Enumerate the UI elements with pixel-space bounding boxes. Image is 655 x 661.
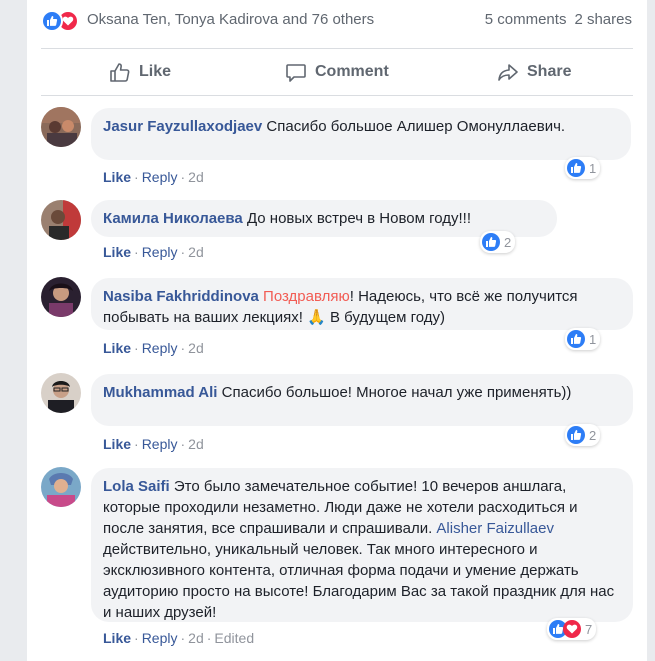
comment-like-link[interactable]: Like: [103, 169, 131, 185]
shares-count[interactable]: 2 shares: [574, 11, 632, 28]
comment-reaction-count[interactable]: 7: [547, 618, 597, 640]
comment-time[interactable]: 2d: [188, 436, 204, 452]
engagement-counts: 5 comments 2 shares: [485, 11, 632, 28]
reaction-count: 1: [589, 331, 597, 347]
comment-reply-link[interactable]: Reply: [142, 169, 178, 185]
comment-bubble: Nasiba Fakhriddinova Поздравляю! Надеюсь…: [91, 278, 633, 330]
comment-text: Спасибо большое! Многое начал уже примен…: [221, 384, 572, 401]
avatar[interactable]: [41, 373, 81, 413]
comment-author[interactable]: Nasiba Fakhriddinova: [103, 288, 259, 305]
thumbs-up-icon: [110, 63, 130, 82]
post-card: Oksana Ten, Tonya Kadirova and 76 others…: [27, 0, 647, 661]
reaction-count: 1: [589, 160, 597, 176]
avatar[interactable]: [41, 107, 81, 147]
like-reaction-icon: [41, 10, 63, 32]
avatar[interactable]: [41, 277, 81, 317]
comment-bubble: Jasur Fayzullaxodjaev Спасибо большое Ал…: [91, 108, 631, 160]
share-arrow-icon: [498, 64, 518, 81]
comment-like-link[interactable]: Like: [103, 244, 131, 260]
comment-author[interactable]: Mukhammad Ali: [103, 384, 217, 401]
comment-reaction-count[interactable]: 1: [565, 328, 601, 350]
comment-reaction-count[interactable]: 2: [480, 231, 516, 253]
comment-text: Спасибо большое Алишер Омонуллаевич.: [266, 118, 566, 135]
comment-bubble: Mukhammad Ali Спасибо большое! Многое на…: [91, 374, 633, 426]
like-label: Like: [139, 63, 172, 80]
reaction-count: 2: [589, 427, 597, 443]
comment-text: До новых встреч в Новом году!!!: [246, 210, 472, 227]
comment-author[interactable]: Камила Николаева: [103, 210, 243, 227]
speech-bubble-icon: [286, 64, 306, 82]
comment-highlight: Поздравляю: [263, 288, 350, 305]
comment-reply-link[interactable]: Reply: [142, 436, 178, 452]
comment-meta: Like · Reply · 2d: [103, 169, 204, 185]
avatar[interactable]: [41, 467, 81, 507]
like-reaction-icon: [567, 426, 585, 444]
comment-reply-link[interactable]: Reply: [142, 630, 178, 646]
like-reaction-icon: [482, 233, 500, 251]
reaction-count: 7: [585, 621, 593, 637]
comment-like-link[interactable]: Like: [103, 436, 131, 452]
reaction-count: 2: [504, 234, 512, 250]
like-button[interactable]: Like: [109, 49, 171, 95]
comment-time[interactable]: 2d: [188, 169, 204, 185]
share-label: Share: [527, 63, 572, 80]
reactions-summary: Oksana Ten, Tonya Kadirova and 76 others…: [27, 0, 647, 40]
reactor-names[interactable]: Oksana Ten, Tonya Kadirova and 76 others: [87, 11, 374, 28]
avatar[interactable]: [41, 200, 81, 240]
comment-mention-link[interactable]: Alisher Faizullaev: [436, 520, 554, 537]
comment-button[interactable]: Comment: [285, 49, 655, 95]
comment-time[interactable]: 2d: [188, 340, 204, 356]
comment-meta: Like · Reply · 2d: [103, 340, 204, 356]
comment-author[interactable]: Lola Saifi: [103, 478, 170, 495]
comment-like-link[interactable]: Like: [103, 340, 131, 356]
comment-meta: Like · Reply · 2d · Edited: [103, 630, 255, 646]
edited-label[interactable]: Edited: [214, 630, 254, 646]
comment-reply-link[interactable]: Reply: [142, 244, 178, 260]
comment-time[interactable]: 2d: [188, 244, 204, 260]
like-reaction-icon: [567, 330, 585, 348]
comment-meta: Like · Reply · 2d: [103, 244, 204, 260]
comment-like-link[interactable]: Like: [103, 630, 131, 646]
comment-label: Comment: [315, 63, 389, 80]
comment-reaction-count[interactable]: 1: [565, 157, 601, 179]
comment-meta: Like · Reply · 2d: [103, 436, 204, 452]
comment-time[interactable]: 2d: [188, 630, 204, 646]
post-action-bar: Like Comment Share: [41, 48, 633, 96]
comment-author[interactable]: Jasur Fayzullaxodjaev: [103, 118, 262, 135]
love-reaction-icon: [563, 620, 581, 638]
comment-text-continued: действительно, уникальный человек. Так м…: [103, 541, 615, 621]
comment-bubble: Lola Saifi Это было замечательное событи…: [91, 468, 633, 622]
comment-reaction-count[interactable]: 2: [565, 424, 601, 446]
comments-count[interactable]: 5 comments: [485, 11, 567, 28]
comment-reply-link[interactable]: Reply: [142, 340, 178, 356]
share-button[interactable]: Share: [497, 49, 571, 95]
like-reaction-icon: [567, 159, 585, 177]
